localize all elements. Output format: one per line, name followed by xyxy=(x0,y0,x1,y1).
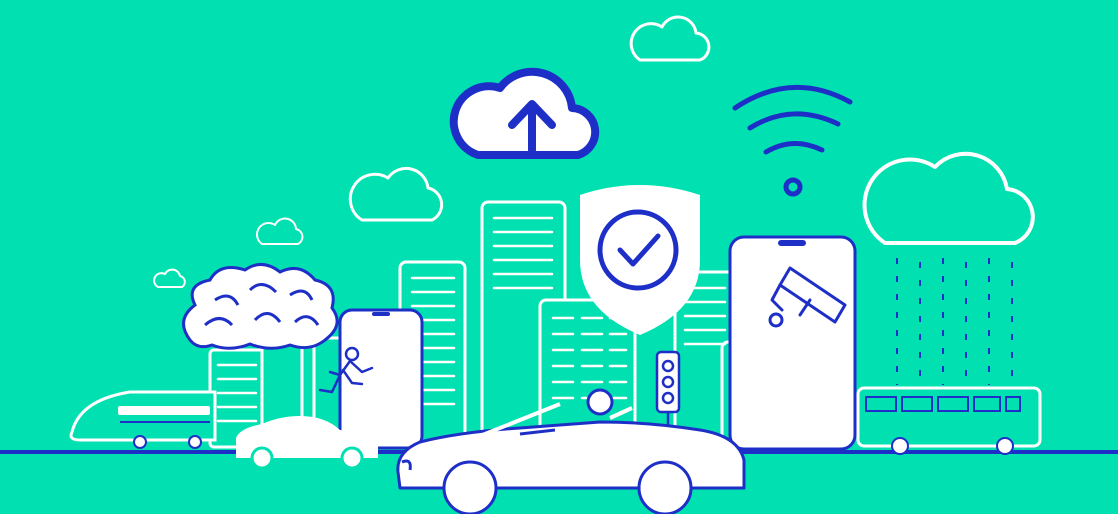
city-bus xyxy=(856,386,1042,455)
illustration-canvas xyxy=(0,0,1118,514)
smart-city-illustration xyxy=(0,0,1118,514)
smartphone-cctv-camera xyxy=(728,235,857,451)
